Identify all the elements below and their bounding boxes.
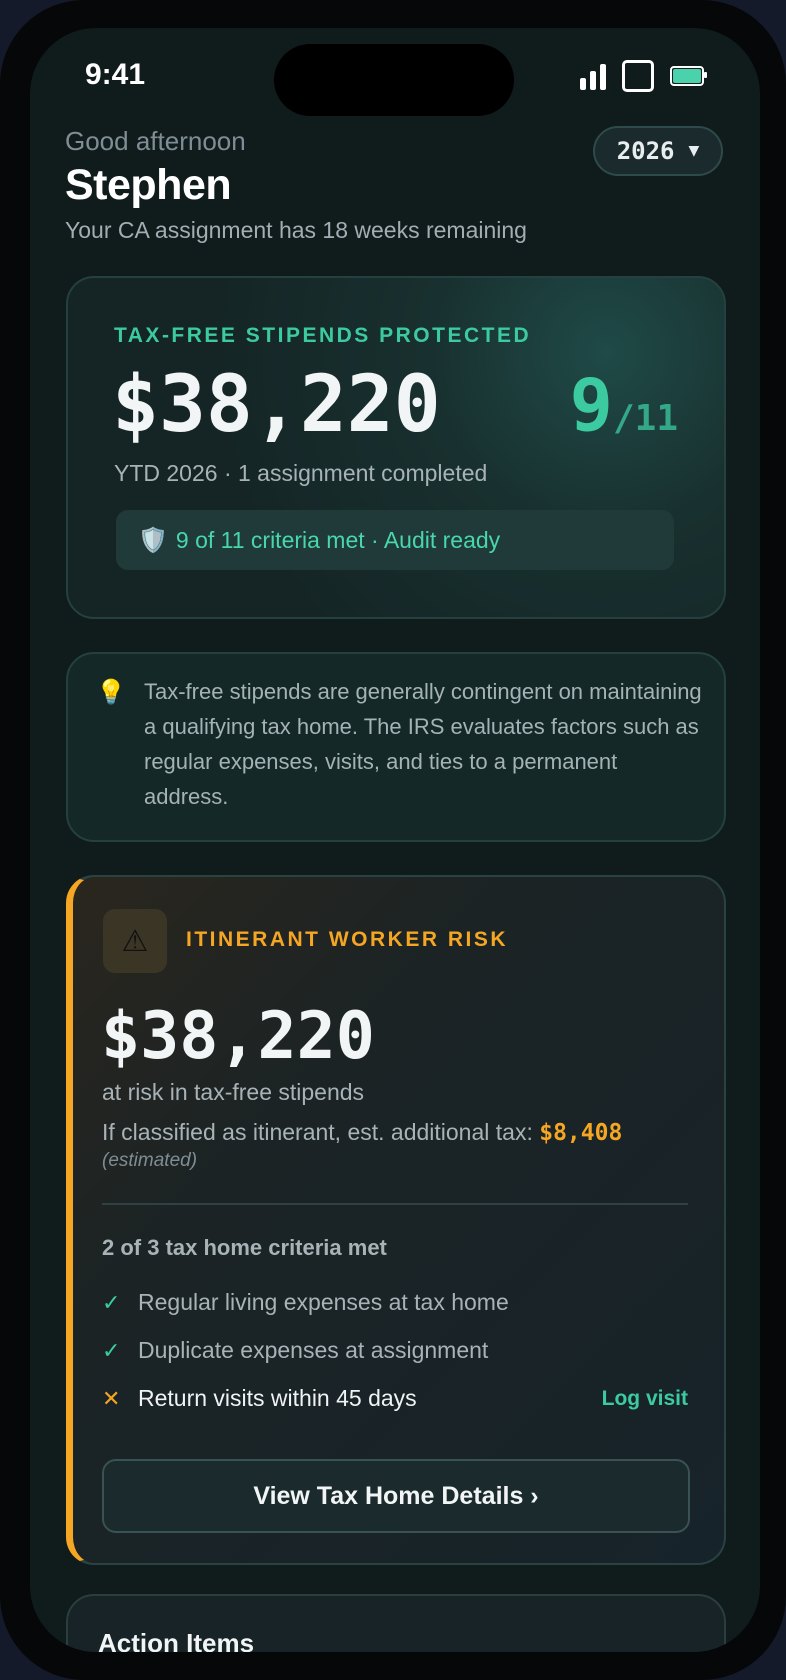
criteria-label: Duplicate expenses at assignment [138,1337,489,1363]
risk-label: ITINERANT WORKER RISK [186,928,508,951]
assignment-subtitle: Your CA assignment has 18 weeks remainin… [65,217,527,243]
phone-frame: 9:41 Good afternoon Stephen Your CA assi… [0,0,786,1680]
dynamic-island [274,44,514,116]
shield-icon: 🛡️ [138,526,168,554]
square-icon [622,60,654,92]
additional-tax-amount: $8,408 [539,1120,623,1146]
action-items-title: Action Items [98,1628,255,1652]
protected-amount: $38,220 [112,360,441,450]
lightbulb-icon: 💡 [96,679,126,706]
info-card: 💡 Tax-free stipends are generally contin… [66,652,726,842]
log-visit-link[interactable]: Log visit [602,1387,688,1411]
check-icon: ✓ [102,1337,121,1363]
protected-label: TAX-FREE STIPENDS PROTECTED [114,324,532,347]
audit-status-badge: 🛡️ 9 of 11 criteria met · Audit ready [116,510,674,570]
year-selector[interactable]: 2026 ▼ [593,126,723,176]
protected-stipends-card[interactable]: TAX-FREE STIPENDS PROTECTED $38,220 9 /1… [66,276,726,619]
divider [102,1203,688,1205]
criteria-item: ✓ Regular living expenses at tax home [102,1289,688,1316]
battery-icon [670,66,707,86]
warning-icon: ⚠ [103,909,167,973]
score-value: 9 [569,363,613,447]
chevron-down-icon: ▼ [688,143,700,159]
criteria-heading: 2 of 3 tax home criteria met [102,1235,387,1260]
risk-amount: $38,220 [101,999,375,1074]
greeting-text: Good afternoon [65,126,246,156]
status-time: 9:41 [85,58,146,91]
action-items-card: Action Items [66,1594,726,1652]
itinerant-risk-card: ⚠ ITINERANT WORKER RISK $38,220 at risk … [66,875,726,1565]
signal-icon [580,62,606,90]
criteria-item: ✓ Duplicate expenses at assignment [102,1337,688,1364]
criteria-score: 9 /11 [570,363,678,447]
view-tax-home-details-button[interactable]: View Tax Home Details › [102,1459,690,1533]
criteria-label: Return visits within 45 days [138,1385,417,1411]
criteria-item: ✕ Return visits within 45 days Log visit [102,1385,688,1412]
audit-status-text: 9 of 11 criteria met · Audit ready [175,526,501,553]
year-value: 2026 [616,137,675,165]
score-total: /11 [612,398,678,439]
criteria-label: Regular living expenses at tax home [138,1289,509,1315]
estimated-note: (estimated) [102,1150,198,1171]
check-icon: ✓ [102,1289,121,1315]
protected-subtitle: YTD 2026 · 1 assignment completed [114,460,488,486]
app-screen: 9:41 Good afternoon Stephen Your CA assi… [30,28,760,1652]
user-name: Stephen [65,161,232,209]
risk-subtitle: at risk in tax-free stipends [102,1079,365,1105]
additional-tax-prefix: If classified as itinerant, est. additio… [102,1119,540,1145]
status-icons [580,60,707,92]
x-icon: ✕ [102,1385,121,1411]
additional-tax-line: If classified as itinerant, est. additio… [102,1119,622,1146]
info-text: Tax-free stipends are generally continge… [144,679,702,809]
